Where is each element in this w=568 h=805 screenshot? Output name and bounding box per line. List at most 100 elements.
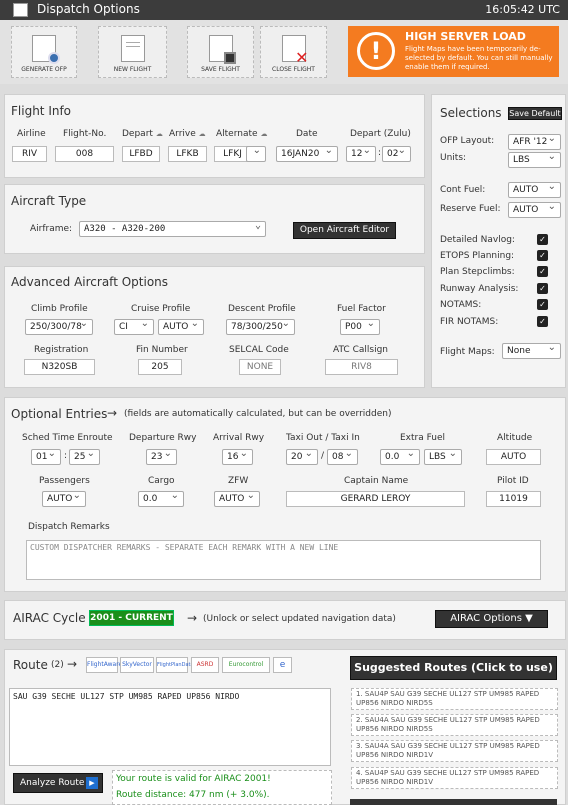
advanced-title: Advanced Aircraft Options [11,275,169,289]
airframe-select[interactable]: A320 - A320-200 [79,221,266,237]
weather-icon: ☁ [260,130,268,138]
route-title: Route [13,658,48,672]
optional-entries-title: Optional Entries [11,407,108,421]
flight-no-label: Flight-No. [63,129,107,139]
arrive-input[interactable]: LFKB [168,146,207,162]
cruise-mode-select[interactable]: CI [114,319,154,335]
route-count: (2) [51,660,64,670]
arrow-icon: → [107,406,118,420]
alternate-select[interactable] [246,146,266,162]
flight-no-input[interactable]: 008 [55,146,114,162]
skyvector-logo[interactable]: SkyVector [120,657,154,673]
fin-number-input[interactable]: 205 [138,359,182,375]
fuel-factor-select[interactable]: P00 [340,319,380,335]
descent-profile-select[interactable]: 78/300/250 [226,319,295,335]
time-separator: : [64,451,68,461]
zfw-select[interactable]: AUTO [214,491,260,507]
runway-analysis-label: Runway Analysis: [440,284,519,294]
cargo-label: Cargo [148,476,175,486]
flightplandatabase-logo[interactable]: FlightPlanDatabase [156,657,205,673]
plan-stepclimbs-checkbox[interactable]: ✓ [537,266,548,277]
title-bar: Dispatch Options 16:05:42 UTC [0,0,568,20]
units-select[interactable]: LBS [508,152,561,168]
depart-hour-select[interactable]: 12 [346,146,376,162]
altitude-label: Altitude [497,433,533,443]
reserve-fuel-select[interactable]: AUTO [508,202,561,218]
open-aircraft-editor-button[interactable]: Open Aircraft Editor [293,222,396,239]
suggested-routes-header: Suggested Routes (Click to use) [350,656,557,680]
departure-rwy-select[interactable]: 23 [146,449,177,465]
airline-input[interactable]: RIV [12,146,47,162]
generate-ofp-button[interactable]: GENERATE OFP [11,26,77,78]
suggested-route-3[interactable]: 3. SAU4A SAU G39 SECHE UL127 STP UM985 R… [351,740,558,762]
date-label: Date [296,129,318,139]
passengers-select[interactable]: AUTO [42,491,86,507]
pilot-id-label: Pilot ID [497,476,529,486]
analyze-route-label: Analyze Route [20,778,85,788]
depart-minute-select[interactable]: 02 [382,146,411,162]
airac-options-button[interactable]: AIRAC Options ▼ [435,610,548,628]
warning-icon: ! [357,32,395,70]
taxi-out-select[interactable]: 20 [286,449,318,465]
dispatch-remarks-label: Dispatch Remarks [28,522,110,532]
cruise-level-select[interactable]: AUTO [158,319,204,335]
play-icon: ▶ [86,777,98,789]
depart-input[interactable]: LFBD [122,146,160,162]
detailed-navlog-checkbox[interactable]: ✓ [537,234,548,245]
passengers-label: Passengers [39,476,90,486]
e-logo[interactable]: e [273,657,292,673]
notams-checkbox[interactable]: ✓ [537,299,548,310]
close-document-icon: ✕ [281,35,309,66]
eurocontrol-logo[interactable]: Eurocontrol [222,657,270,673]
analyze-route-button[interactable]: Analyze Route ▶ [13,773,103,793]
new-flight-button[interactable]: NEW FLIGHT [98,26,167,78]
altitude-input[interactable]: AUTO [486,449,541,465]
app-icon [13,3,28,17]
captain-name-input[interactable]: GERARD LEROY [286,491,465,507]
flight-maps-select[interactable]: None [502,343,561,359]
gear-document-icon [32,35,60,64]
notams-label: NOTAMS: [440,300,482,310]
sched-minute-select[interactable]: 25 [69,449,100,465]
extra-fuel-select[interactable]: 0.0 [380,449,420,465]
route-distance: Route distance: 477 nm (+ 3.0%). [116,790,270,800]
climb-profile-select[interactable]: 250/300/78 [25,319,93,335]
close-flight-button[interactable]: ✕ CLOSE FLIGHT [260,26,327,78]
arrive-label: Arrive ☁ [169,129,206,139]
airframe-label: Airframe: [30,224,73,234]
fir-notams-checkbox[interactable]: ✓ [537,316,548,327]
atc-callsign-input[interactable]: RIV8 [325,359,398,375]
cargo-select[interactable]: 0.0 [138,491,184,507]
save-flight-button[interactable]: SAVE FLIGHT [187,26,254,78]
save-default-button[interactable]: Save Default [508,107,562,120]
ofp-layout-label: OFP Layout: [440,136,495,146]
suggested-route-2[interactable]: 2. SAU4A SAU G39 SECHE UL127 STP UM985 R… [351,714,558,736]
asrd-logo[interactable]: ASRD [191,657,219,673]
arrival-rwy-select[interactable]: 16 [222,449,253,465]
etops-planning-checkbox[interactable]: ✓ [537,250,548,261]
route-textarea[interactable]: SAU G39 SECHE UL127 STP UM985 RAPED UP85… [9,688,331,766]
captain-name-label: Captain Name [344,476,409,486]
date-select[interactable]: 16JAN20 [276,146,338,162]
flight-maps-label: Flight Maps: [440,347,495,357]
warning-title: HIGH SERVER LOAD [405,30,526,43]
ofp-layout-select[interactable]: AFR '12 [508,134,561,150]
atc-callsign-label: ATC Callsign [333,345,388,355]
cont-fuel-select[interactable]: AUTO [508,182,561,198]
selcal-input[interactable]: NONE [239,359,281,375]
extra-fuel-unit-select[interactable]: LBS [424,449,462,465]
detailed-navlog-label: Detailed Navlog: [440,235,515,245]
registration-input[interactable]: N320SB [24,359,95,375]
departure-rwy-label: Departure Rwy [129,433,197,443]
cont-fuel-label: Cont Fuel: [440,185,486,195]
sched-hour-select[interactable]: 01 [31,449,61,465]
suggested-route-4[interactable]: 4. SAU4P SAU G39 SECHE UL127 STP UM985 R… [351,767,558,789]
runway-analysis-checkbox[interactable]: ✓ [537,283,548,294]
suggested-route-1[interactable]: 1. SAU4P SAU G39 SECHE UL127 STP UM985 R… [351,688,558,710]
taxi-in-select[interactable]: 08 [327,449,358,465]
dispatch-remarks-textarea[interactable]: CUSTOM DISPATCHER REMARKS - SEPARATE EAC… [26,540,541,580]
more-routes-bar[interactable] [350,799,557,805]
units-label: Units: [440,153,467,163]
flightaware-logo[interactable]: FlightAware [86,657,122,673]
pilot-id-input[interactable]: 11019 [486,491,541,507]
